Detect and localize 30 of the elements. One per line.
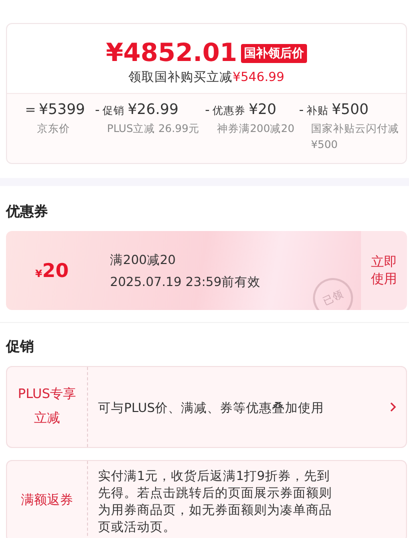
coupon-validity: 2025.07.19 23:59前有效 — [110, 272, 261, 290]
price-label: 优惠券 — [212, 104, 246, 118]
saving-text: 领取国补购买立减¥546.99 — [128, 68, 284, 85]
coupon-condition: 满200减20 — [110, 250, 177, 268]
operator-sign: = — [25, 103, 36, 118]
price-label: 促销 — [102, 104, 125, 118]
price-amount: ¥26.99 — [128, 102, 178, 118]
section-heading: 促销 — [6, 338, 35, 357]
promotion-card[interactable]: PLUS专享立减 可与PLUS价、满减、券等优惠叠加使用 — [6, 366, 407, 448]
price-amount: ¥5399 — [38, 102, 86, 118]
price-note: PLUS立减 26.99元 — [107, 122, 200, 137]
price-note: 国家补贴云闪付减¥500 — [311, 122, 400, 153]
price-label: 补贴 — [306, 104, 329, 118]
promotion-description: 可与PLUS价、满减、券等优惠叠加使用 — [98, 398, 324, 416]
promotion-description: 实付满1元，收货后返满1打9折券，先到先得。若点击跳转后的页面展示券面额则为用券商品页，如无券面额则为凑单商品页或活动页。 — [98, 467, 333, 535]
price-note: 神券满200减20 — [217, 122, 296, 137]
price-amount: ¥500 — [332, 102, 369, 118]
use-now-button[interactable]: 立即使用 — [361, 231, 407, 310]
price-amount: ¥20 — [248, 102, 276, 118]
operator-sign: - — [299, 103, 304, 118]
price-badge: 国补领后价 — [241, 44, 308, 62]
final-price: ¥4852.01 — [106, 38, 238, 68]
operator-sign: - — [95, 103, 100, 118]
price-note: 京东价 — [37, 122, 71, 137]
coupon-value: ¥20 — [34, 260, 70, 282]
promotion-label: 满额返券 — [21, 492, 73, 510]
chevron-right-icon — [390, 402, 396, 412]
section-heading: 优惠券 — [6, 203, 49, 222]
operator-sign: - — [205, 103, 210, 118]
promotion-label: PLUS专享立减 — [16, 386, 78, 428]
